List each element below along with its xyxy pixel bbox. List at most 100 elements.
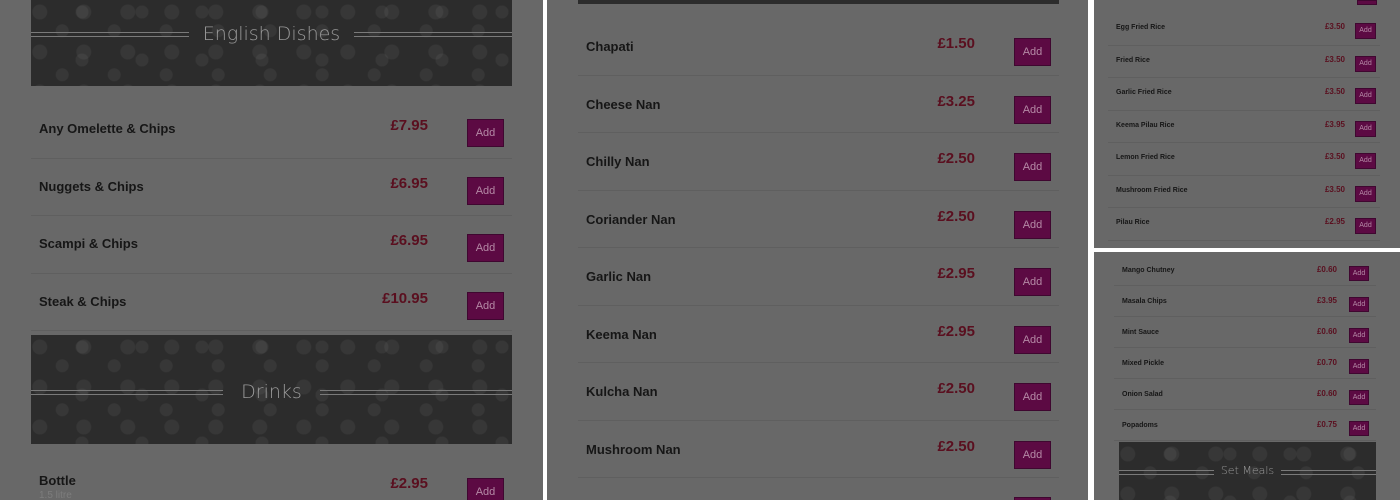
add-to-order-button[interactable]: Add <box>1014 325 1051 354</box>
menu-item-name: Chapati <box>586 39 634 54</box>
add-to-order-button[interactable]: Add <box>1349 328 1369 343</box>
menu-item-price: £2.50 <box>937 437 975 455</box>
header-divider-right <box>354 32 512 37</box>
menu-item-name: Pilau Rice <box>1116 219 1150 226</box>
menu-item-row: Keema Pilau Rice £3.95 Add <box>1108 110 1380 143</box>
menu-item-name: Popadoms <box>1122 422 1158 429</box>
menu-panel-sides: Mango Chutney £0.60 Add Masala Chips £3.95 Ad… <box>1094 252 1400 500</box>
menu-item-name: Mixed Pickle <box>1122 360 1165 367</box>
menu-item-row: Onion Salad £0.60 Add <box>1114 378 1376 410</box>
category-header-set-meals: Set Meals <box>1119 442 1376 500</box>
menu-item-row: Garlic Fried Rice £3.50 Add <box>1108 77 1380 111</box>
add-to-order-button[interactable]: Add <box>1014 38 1051 66</box>
menu-item-price: £6.95 <box>390 174 428 192</box>
add-button-partial[interactable] <box>1357 0 1377 5</box>
menu-item-price: £0.60 <box>1316 327 1337 336</box>
menu-item-name: Cheese Nan <box>586 96 661 112</box>
menu-item-row: Masala Chips £3.95 Add <box>1114 285 1376 317</box>
menu-item-price: £3.50 <box>1324 87 1345 96</box>
menu-item-price: £0.70 <box>1316 358 1337 367</box>
menu-item-name: Mint Sauce <box>1122 329 1159 336</box>
add-to-order-button[interactable]: Add <box>1349 390 1369 405</box>
menu-item-name: Scampi & Chips <box>39 236 138 251</box>
add-to-order-button[interactable]: Add <box>1014 440 1051 469</box>
menu-item-row: Chapati £1.50 Add <box>578 17 1059 76</box>
menu-item-name: Onion Salad <box>1122 391 1163 398</box>
add-to-order-button[interactable]: Add <box>1014 383 1051 411</box>
add-to-order-button[interactable]: Add <box>1014 95 1051 124</box>
add-to-order-button[interactable]: Add <box>467 119 504 147</box>
add-to-order-button[interactable]: Add <box>1355 153 1376 169</box>
add-to-order-button[interactable]: Add <box>467 291 504 320</box>
menu-item-row: Popadoms £0.75 Add <box>1114 409 1376 441</box>
menu-item-price: £3.50 <box>1324 54 1345 64</box>
menu-item-name: Kulcha Nan <box>586 384 658 399</box>
menu-item-row: Scampi & Chips £6.95 Add <box>31 215 512 274</box>
menu-item-price: £3.95 <box>1324 119 1345 129</box>
add-to-order-button[interactable]: Add <box>1349 297 1369 312</box>
menu-item-row: Kulcha Nan £2.50 Add <box>578 362 1059 421</box>
menu-item-price: £6.95 <box>390 232 428 249</box>
menu-item-row: Egg Fried Rice £3.50 Add <box>1108 12 1380 46</box>
menu-item-row: Mango Chutney £0.60 Add <box>1114 254 1376 286</box>
add-to-order-button[interactable]: Add <box>1355 185 1376 202</box>
menu-item-name: Fried Rice <box>1116 56 1150 64</box>
add-to-order-button[interactable]: Add <box>467 234 504 262</box>
category-header-drinks: Drinks <box>31 335 512 444</box>
menu-item-name: Mushroom Nan <box>586 441 681 457</box>
add-to-order-button[interactable]: Add <box>1349 266 1369 281</box>
add-to-order-button[interactable]: Add <box>1355 120 1376 137</box>
menu-item-price: £2.50 <box>937 380 975 397</box>
menu-item-name: Garlic Nan <box>586 269 652 284</box>
add-to-order-button[interactable]: Add <box>1014 210 1051 239</box>
menu-item-row: Lemon Fried Rice £3.50 Add <box>1108 142 1380 176</box>
menu-item-row: Mint Sauce £0.60 Add <box>1114 316 1376 348</box>
menu-item-price: £2.95 <box>1324 217 1345 226</box>
menu-item-price: £3.50 <box>1324 22 1345 31</box>
menu-item-name: Steak & Chips <box>39 293 127 309</box>
add-to-order-button[interactable]: Add <box>1014 153 1051 181</box>
menu-item-name: Mango Chutney <box>1122 267 1175 274</box>
menu-item-row: Cheese Nan £3.25 Add <box>578 75 1059 133</box>
add-to-order-button[interactable]: Add <box>467 478 504 500</box>
menu-item-price: £0.60 <box>1316 265 1337 274</box>
menu-item-row: Chilly Nan £2.50 Add <box>578 132 1059 191</box>
menu-panel-rice: Egg Fried Rice £3.50 Add Fried Rice £3.50 Add… <box>1094 0 1400 248</box>
add-to-order-button[interactable]: Add <box>1014 268 1051 296</box>
menu-item-row: Coriander Nan £2.50 Add <box>578 190 1059 248</box>
add-to-order-button[interactable]: Add <box>1355 23 1376 39</box>
category-header-english-dishes: English Dishes <box>31 0 512 86</box>
menu-item-price: £0.75 <box>1316 420 1337 429</box>
menu-item-price: £2.50 <box>937 207 975 225</box>
header-divider-right <box>1281 470 1376 475</box>
add-to-order-button[interactable]: Add <box>1355 88 1376 104</box>
menu-item-row: Steak & Chips £10.95 Add <box>31 273 512 331</box>
header-divider-right <box>320 390 512 395</box>
menu-item-name: Bottle <box>39 473 76 488</box>
add-to-order-button[interactable]: Add <box>1355 218 1376 234</box>
menu-item-row: Fried Rice £3.50 Add <box>1108 45 1380 78</box>
menu-item-price: £3.95 <box>1316 296 1337 305</box>
menu-item-row: Garlic Nan £2.95 Add <box>578 247 1059 306</box>
menu-item-price: £0.60 <box>1316 389 1337 398</box>
menu-panel-english-dishes: English Dishes Any Omelette & Chips £7.95… <box>0 0 543 500</box>
menu-item-price: £3.25 <box>937 92 975 110</box>
menu-item-name: Egg Fried Rice <box>1116 24 1166 31</box>
menu-item-name: Mushroom Fried Rice <box>1116 186 1188 194</box>
menu-item-row: Mixed Pickle £0.70 Add <box>1114 347 1376 379</box>
add-to-order-button[interactable]: Add <box>1355 55 1376 72</box>
menu-item-description: 1.5 litre <box>39 490 72 500</box>
category-header-bar <box>578 0 1059 4</box>
menu-item-price: £2.50 <box>937 150 975 167</box>
menu-item-name: Any Omelette & Chips <box>39 121 176 136</box>
add-to-order-button[interactable]: Add <box>1349 421 1369 436</box>
menu-item-price: £3.50 <box>1324 152 1345 161</box>
add-to-order-button[interactable]: Add <box>467 176 504 205</box>
menu-item-row: Mushroom Nan £2.50 Add <box>578 420 1059 478</box>
menu-item-name: Coriander Nan <box>586 211 676 227</box>
add-to-order-button[interactable]: Add <box>1349 359 1369 374</box>
menu-item-price: £2.95 <box>937 322 975 340</box>
menu-item-name: Keema Pilau Rice <box>1116 121 1175 129</box>
menu-item-price: £2.95 <box>390 475 428 492</box>
menu-item-name: Lemon Fried Rice <box>1116 154 1175 161</box>
